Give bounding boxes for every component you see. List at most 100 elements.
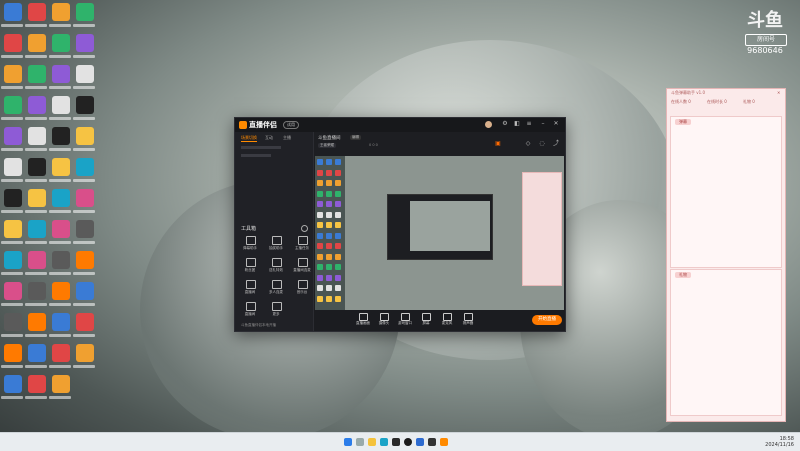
desktop-shortcut-icon[interactable] [4,96,22,114]
taskbar-explorer-icon[interactable] [368,438,376,446]
tool-item[interactable]: 粉丝团 [241,258,259,278]
tab-host[interactable]: 主播 [283,135,291,141]
skin-icon[interactable]: ◧ [513,120,521,128]
desktop-shortcut-icon[interactable] [4,189,22,207]
tool-item[interactable]: 主播任务 [293,236,311,256]
search-icon[interactable] [356,438,364,446]
tool-item[interactable]: 音乐台 [293,280,311,300]
desktop-shortcut-icon[interactable] [4,375,22,393]
source-button[interactable]: 扬声器 [457,312,479,329]
desktop-icons[interactable] [0,0,100,430]
desktop-shortcut-icon[interactable] [52,189,70,207]
start-live-button[interactable]: 开始直播 [532,315,562,325]
desktop-shortcut-icon[interactable] [52,158,70,176]
danmu-box[interactable]: 弹幕 [670,116,782,268]
room-category[interactable]: 王者荣耀 [318,143,336,148]
desktop-shortcut-icon[interactable] [76,65,94,83]
tab-scene[interactable]: 场景切换 [241,135,257,142]
desktop-shortcut-icon[interactable] [4,220,22,238]
desktop-shortcut-icon[interactable] [52,375,70,393]
live-preview[interactable] [315,156,564,310]
desktop-shortcut-icon[interactable] [52,282,70,300]
desktop-shortcut-icon[interactable] [4,282,22,300]
desktop-shortcut-icon[interactable] [76,189,94,207]
tool-item[interactable]: 直播间 [241,280,259,300]
scene-item[interactable] [241,154,271,157]
taskbar-app-icon[interactable] [392,438,400,446]
desktop-shortcut-icon[interactable] [28,282,46,300]
minimize-icon[interactable]: – [539,120,547,128]
desktop-shortcut-icon[interactable] [76,344,94,362]
desktop-shortcut-icon[interactable] [76,158,94,176]
desktop-shortcut-icon[interactable] [28,34,46,52]
desktop-shortcut-icon[interactable] [4,127,22,145]
close-icon[interactable]: ✕ [552,120,560,128]
desktop-shortcut-icon[interactable] [52,96,70,114]
settings-icon[interactable]: ⚙ [501,120,509,128]
share-icon[interactable]: ⤴ [552,140,560,148]
system-tray[interactable]: 18:58 2024/11/16 [765,436,794,448]
desktop-shortcut-icon[interactable] [76,96,94,114]
taskbar-app-icon[interactable] [416,438,424,446]
desktop-shortcut-icon[interactable] [28,220,46,238]
desktop-shortcut-icon[interactable] [76,34,94,52]
desktop-shortcut-icon[interactable] [4,158,22,176]
streamer-app-window[interactable]: 直播伴侣 试用 ⚙ ◧ ≡ – ✕ 场景切换 互动 主播 工具箱 弹幕助手 抽奖助… [234,117,566,332]
desktop-shortcut-icon[interactable] [4,3,22,21]
close-icon[interactable]: ✕ [777,90,780,95]
notice-icon[interactable]: ◌ [538,140,546,148]
tool-item[interactable]: 多人连麦 [267,280,285,300]
desktop-shortcut-icon[interactable] [76,313,94,331]
tool-item[interactable]: 弹幕助手 [241,236,259,256]
desktop-shortcut-icon[interactable] [28,96,46,114]
desktop-shortcut-icon[interactable] [28,375,46,393]
version-badge[interactable]: 试用 [283,121,299,129]
desktop-shortcut-icon[interactable] [52,220,70,238]
danmu-assistant-panel[interactable]: 斗鱼弹幕助手 v1.0 在线人数 0 在线时长 0 礼物 0 弹幕 礼物 ✕ [666,88,786,422]
desktop-shortcut-icon[interactable] [76,3,94,21]
desktop-shortcut-icon[interactable] [52,251,70,269]
taskbar-app-icon[interactable] [428,438,436,446]
scene-item[interactable] [241,146,281,149]
desktop-shortcut-icon[interactable] [76,127,94,145]
app-titlebar[interactable]: 直播伴侣 试用 ⚙ ◧ ≡ – ✕ [235,118,565,132]
tool-item[interactable]: 更多 [267,302,285,322]
desktop-shortcut-icon[interactable] [28,65,46,83]
menu-icon[interactable]: ≡ [525,120,533,128]
desktop-shortcut-icon[interactable] [4,34,22,52]
desktop-shortcut-icon[interactable] [76,251,94,269]
tool-item[interactable]: 抽奖助手 [267,236,285,256]
room-edit-tag[interactable]: 编辑 [350,135,361,140]
desktop-shortcut-icon[interactable] [52,344,70,362]
desktop-shortcut-icon[interactable] [28,313,46,331]
desktop-shortcut-icon[interactable] [76,282,94,300]
desktop-shortcut-icon[interactable] [28,158,46,176]
desktop-shortcut-icon[interactable] [52,65,70,83]
tool-item[interactable]: 直播间连麦 [293,258,311,278]
toolbox-refresh-icon[interactable] [301,225,308,232]
tool-item[interactable]: 送礼特效 [267,258,285,278]
desktop-shortcut-icon[interactable] [4,65,22,83]
desktop-shortcut-icon[interactable] [28,127,46,145]
desktop-shortcut-icon[interactable] [76,220,94,238]
desktop-shortcut-icon[interactable] [28,3,46,21]
bag-icon[interactable]: ▣ [494,140,502,148]
desktop-shortcut-icon[interactable] [52,313,70,331]
avatar[interactable] [485,120,493,128]
tab-interact[interactable]: 互动 [265,135,273,141]
desktop-shortcut-icon[interactable] [28,344,46,362]
desktop-shortcut-icon[interactable] [4,313,22,331]
taskbar-streamer-icon[interactable] [440,438,448,446]
taskbar-edge-icon[interactable] [380,438,388,446]
windows-start-icon[interactable] [344,438,352,446]
desktop-shortcut-icon[interactable] [52,127,70,145]
desktop-shortcut-icon[interactable] [28,189,46,207]
desktop-shortcut-icon[interactable] [4,251,22,269]
desktop-shortcut-icon[interactable] [28,251,46,269]
taskbar-app-icon[interactable] [404,438,412,446]
tool-item[interactable]: 直播间 [241,302,259,322]
desktop-shortcut-icon[interactable] [52,3,70,21]
gift-icon[interactable]: ◇ [524,140,532,148]
desktop-shortcut-icon[interactable] [52,34,70,52]
gift-box[interactable]: 礼物 [670,269,782,416]
